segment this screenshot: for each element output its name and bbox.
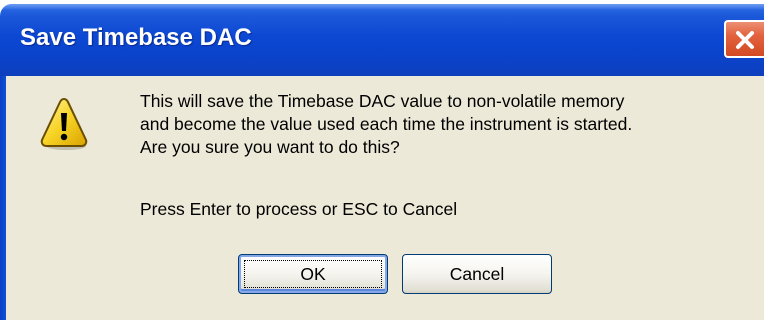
focus-ring bbox=[244, 260, 382, 288]
warning-icon bbox=[40, 96, 88, 152]
message-line: Are you sure you want to do this? bbox=[140, 137, 400, 157]
close-button[interactable] bbox=[724, 20, 764, 58]
dialog-prompt: Press Enter to process or ESC to Cancel bbox=[140, 199, 458, 219]
close-icon bbox=[736, 31, 754, 49]
dialog-message: This will save the Timebase DAC value to… bbox=[140, 90, 632, 159]
ok-button[interactable]: OK bbox=[238, 254, 388, 294]
save-timebase-dac-dialog: Save Timebase DAC This will save the Tim… bbox=[0, 0, 764, 320]
cancel-button[interactable]: Cancel bbox=[402, 254, 552, 294]
message-line: and become the value used each time the … bbox=[140, 114, 633, 134]
dialog-title: Save Timebase DAC bbox=[20, 24, 252, 51]
cancel-button-label: Cancel bbox=[449, 263, 505, 284]
message-line: This will save the Timebase DAC value to… bbox=[140, 91, 625, 111]
window-border bbox=[0, 76, 6, 320]
title-bar[interactable]: Save Timebase DAC bbox=[0, 4, 764, 76]
